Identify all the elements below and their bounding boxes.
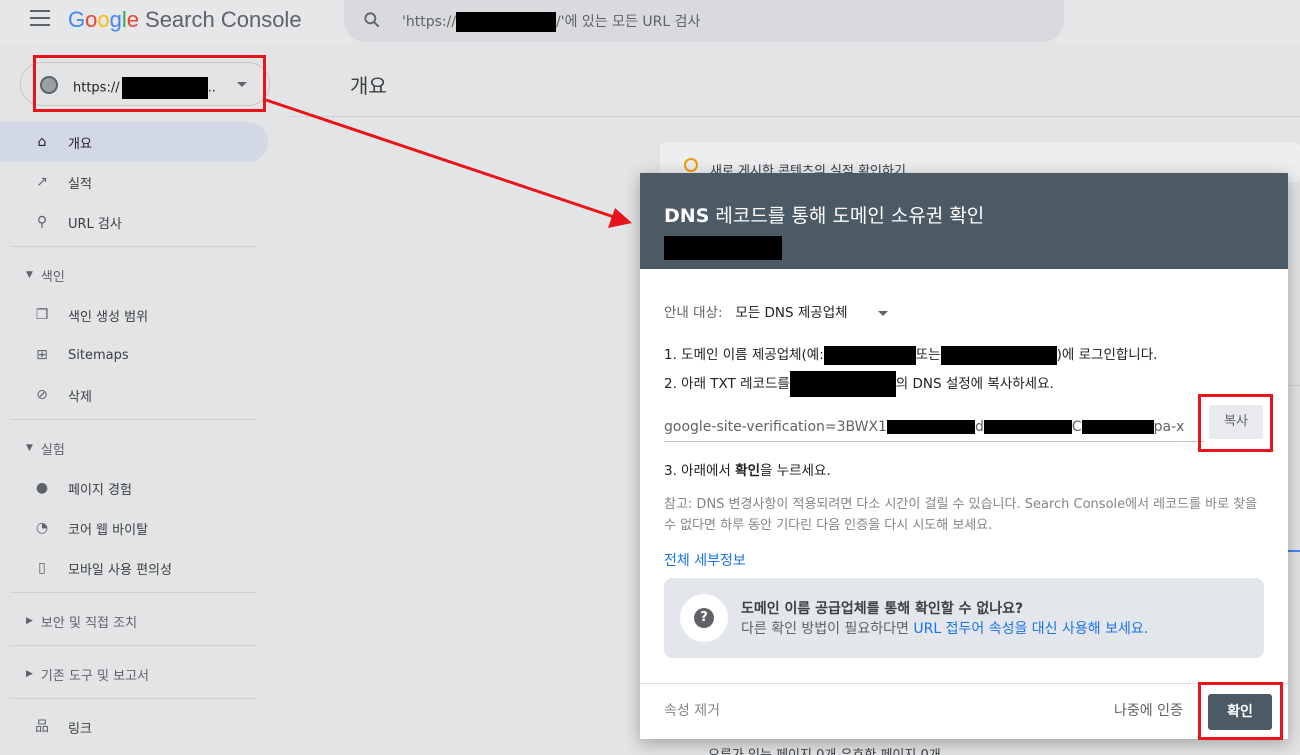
home-icon: ⌂ bbox=[37, 134, 47, 150]
redacted-block bbox=[983, 420, 1072, 434]
section-legacy-tools[interactable]: ▶ 기존 도구 및 보고서 bbox=[0, 654, 270, 694]
highlight-box-property bbox=[33, 55, 266, 112]
url-prefix-link[interactable]: URL 접두어 속성을 대신 사용해 보세요. bbox=[913, 621, 1148, 637]
dialog-footer: 속성 제거 나중에 인증 확인 bbox=[640, 683, 1288, 739]
section-index[interactable]: ▼ 색인 bbox=[0, 255, 270, 295]
trending-icon: ↗ bbox=[36, 174, 48, 190]
coverage-summary: 오류가 있는 페이지 0개 유효한 페이지 0개 bbox=[708, 744, 941, 755]
section-experience[interactable]: ▼ 실험 bbox=[0, 428, 270, 468]
search-placeholder: 'https:///'에 있는 모든 URL 검사 bbox=[402, 12, 701, 32]
chart-line bbox=[1288, 550, 1300, 552]
divider bbox=[10, 419, 256, 420]
url-inspect-search[interactable]: 'https:///'에 있는 모든 URL 검사 bbox=[344, 0, 1064, 42]
divider bbox=[1288, 385, 1300, 386]
help-icon: ? bbox=[680, 594, 728, 642]
sidebar-item-core-web-vitals[interactable]: ◔ 코어 웹 바이탈 bbox=[0, 508, 268, 548]
speed-icon: ◔ bbox=[35, 520, 49, 536]
sidebar-item-removals[interactable]: ⊘ 삭제 bbox=[0, 375, 268, 415]
dropdown-arrow-icon bbox=[877, 310, 888, 316]
collapse-arrow-icon: ▼ bbox=[26, 443, 33, 453]
file-copy-icon: ❐ bbox=[35, 307, 49, 323]
top-app-bar: Google Search Console 'https:///'에 있는 모든 … bbox=[0, 0, 1300, 42]
divider bbox=[10, 645, 256, 646]
collapse-arrow-icon: ▼ bbox=[26, 270, 33, 280]
redacted-block bbox=[1081, 420, 1154, 434]
step-1: 1. 도메인 이름 제공업체(예: 또는)에 로그인합니다. bbox=[664, 345, 1158, 365]
highlight-box-copy bbox=[1198, 394, 1273, 452]
sidebar-item-links[interactable]: 品 링크 bbox=[0, 707, 268, 747]
product-name: Search Console bbox=[145, 7, 302, 32]
divider bbox=[10, 592, 256, 593]
sidebar-item-overview[interactable]: ⌂ 개요 bbox=[0, 122, 268, 162]
info-text: 다른 확인 방법이 필요하다면 URL 접두어 속성을 대신 사용해 보세요. bbox=[741, 621, 1149, 637]
sidebar-nav: ⌂ 개요 ↗ 실적 ⚲ URL 검사 ▼ 색인 ❐ 색인 생성 범위 ⊞ Sitemaps … bbox=[0, 122, 270, 747]
sidebar-item-performance[interactable]: ↗ 실적 bbox=[0, 162, 268, 202]
redacted-block bbox=[664, 236, 782, 260]
alternative-method-box: ? 도메인 이름 공급업체를 통해 확인할 수 없나요? 다른 확인 방법이 필… bbox=[664, 578, 1264, 658]
dns-note: 참고: DNS 변경사항이 적용되려면 다소 시간이 걸릴 수 있습니다. Se… bbox=[664, 497, 1258, 533]
app-logo[interactable]: Google Search Console bbox=[68, 7, 302, 33]
divider bbox=[10, 698, 256, 699]
field-underline bbox=[664, 441, 1204, 442]
step-3: 3. 아래에서 확인을 누르세요. bbox=[664, 463, 831, 479]
txt-record-field[interactable]: google-site-verification=3BWX1 d Cpa-x bbox=[664, 419, 1184, 435]
sidebar-item-coverage[interactable]: ❐ 색인 생성 범위 bbox=[0, 295, 268, 335]
guide-select[interactable]: 안내 대상: 모든 DNS 제공업체 bbox=[664, 301, 888, 321]
info-title: 도메인 이름 공급업체를 통해 확인할 수 없나요? bbox=[741, 601, 1024, 617]
sidebar-item-sitemaps[interactable]: ⊞ Sitemaps bbox=[0, 335, 268, 375]
divider bbox=[290, 116, 1300, 117]
verify-later-button[interactable]: 나중에 인증 bbox=[1114, 700, 1183, 720]
expand-arrow-icon: ▶ bbox=[26, 616, 33, 626]
redacted-block bbox=[823, 345, 916, 365]
sidebar-item-page-experience[interactable]: ● 페이지 경험 bbox=[0, 468, 268, 508]
redacted-block bbox=[456, 12, 557, 32]
page-title: 개요 bbox=[350, 74, 387, 98]
dns-verification-dialog: DNS 레코드를 통해 도메인 소유권 확인 안내 대상: 모든 DNS 제공업… bbox=[640, 173, 1288, 739]
dialog-header: DNS 레코드를 통해 도메인 소유권 확인 bbox=[640, 173, 1288, 269]
search-icon: ⚲ bbox=[36, 214, 48, 230]
smartphone-icon: ▯ bbox=[38, 560, 46, 576]
links-tree-icon: 品 bbox=[35, 719, 49, 735]
redacted-block bbox=[789, 371, 896, 397]
redacted-block bbox=[886, 420, 975, 434]
search-icon bbox=[364, 12, 380, 28]
divider bbox=[10, 246, 256, 247]
visibility-off-icon: ⊘ bbox=[36, 387, 48, 403]
sidebar-item-mobile-usability[interactable]: ▯ 모바일 사용 편의성 bbox=[0, 548, 268, 588]
highlight-box-confirm bbox=[1198, 682, 1283, 740]
redacted-block bbox=[940, 345, 1057, 365]
guide-select-value: 모든 DNS 제공업체 bbox=[735, 305, 848, 321]
step-2: 2. 아래 TXT 레코드를 의 DNS 설정에 복사하세요. bbox=[664, 371, 1054, 397]
expand-arrow-icon: ▶ bbox=[26, 669, 33, 679]
search-icon bbox=[684, 158, 698, 172]
section-security[interactable]: ▶ 보안 및 직접 조치 bbox=[0, 601, 270, 641]
menu-icon[interactable] bbox=[30, 10, 50, 26]
add-circle-icon: ● bbox=[35, 480, 49, 496]
dialog-title: DNS 레코드를 통해 도메인 소유권 확인 bbox=[664, 205, 985, 227]
full-details-link[interactable]: 전체 세부정보 bbox=[664, 550, 746, 570]
sitemap-icon: ⊞ bbox=[36, 347, 48, 363]
remove-property-button[interactable]: 속성 제거 bbox=[664, 700, 720, 720]
sidebar-item-url-inspection[interactable]: ⚲ URL 검사 bbox=[0, 202, 268, 242]
